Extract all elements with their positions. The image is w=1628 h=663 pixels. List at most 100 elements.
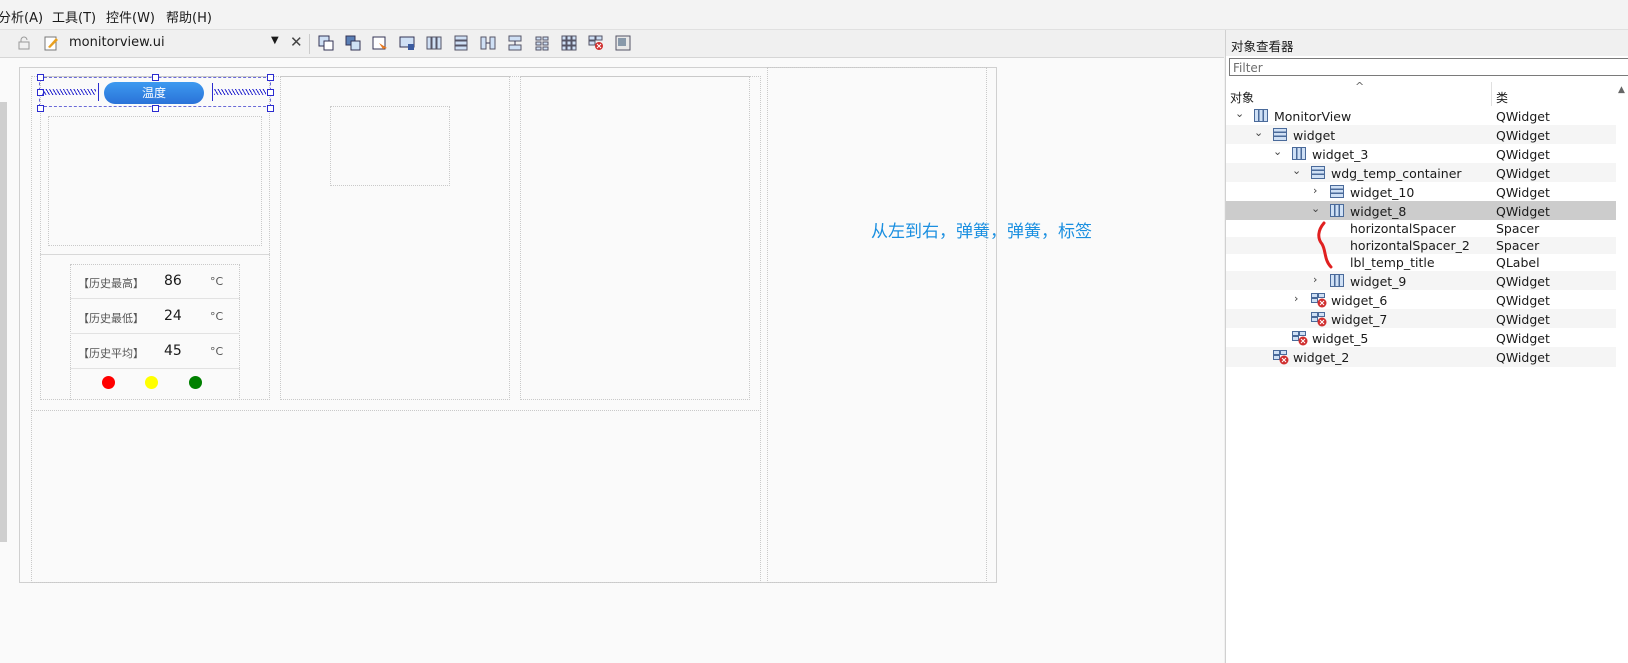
horizontal-spacer[interactable] xyxy=(42,89,96,95)
broken-layout-icon xyxy=(1273,350,1289,365)
stat-label: 【历史最高】 xyxy=(78,277,144,290)
tree-class: QWidget xyxy=(1496,350,1550,365)
layout-h-splitter-icon[interactable] xyxy=(480,35,496,51)
layout-vertical-icon[interactable] xyxy=(453,35,469,51)
widget-2-area[interactable] xyxy=(767,67,987,583)
edit-signals-icon[interactable] xyxy=(345,35,361,51)
file-dropdown-chevron-icon[interactable]: ▼ xyxy=(271,35,279,46)
tree-name: widget xyxy=(1293,128,1336,143)
tree-row[interactable]: horizontalSpacer_2 Spacer xyxy=(1226,237,1616,254)
tree-row[interactable]: ⌄ wdg_temp_container QWidget xyxy=(1226,163,1616,183)
menu-widgets[interactable]: 控件(W) xyxy=(106,7,155,26)
tree-name: widget_10 xyxy=(1350,185,1415,200)
filter-input[interactable]: Filter xyxy=(1229,58,1628,76)
stat-unit: °C xyxy=(210,275,224,288)
tree-row[interactable]: lbl_temp_title QLabel xyxy=(1226,254,1616,271)
tree-row[interactable]: › widget_10 QWidget xyxy=(1226,182,1616,202)
edit-buddies-icon[interactable] xyxy=(372,35,388,51)
tree-row[interactable]: ⌄ MonitorView QWidget xyxy=(1226,106,1616,126)
tree-row[interactable]: widget_2 QWidget xyxy=(1226,347,1616,367)
close-icon[interactable]: ✕ xyxy=(290,33,303,51)
tree-row[interactable]: ⌄ widget_3 QWidget xyxy=(1226,144,1616,164)
widget-7[interactable] xyxy=(520,76,750,400)
resize-handle[interactable] xyxy=(267,89,274,96)
resize-handle[interactable] xyxy=(37,105,44,112)
tree-class: QWidget xyxy=(1496,204,1550,219)
collapse-chevron-icon[interactable]: ⌄ xyxy=(1254,126,1263,139)
collapse-chevron-icon[interactable]: ⌄ xyxy=(1292,164,1301,177)
lock-icon[interactable] xyxy=(16,35,32,51)
layout-horizontal-icon[interactable] xyxy=(426,35,442,51)
layout-form-icon[interactable] xyxy=(534,35,550,51)
horizontal-spacer-2[interactable] xyxy=(214,89,266,95)
tree-name: widget_2 xyxy=(1293,350,1350,365)
sort-caret-icon: ^ xyxy=(1355,80,1365,93)
widget-10[interactable] xyxy=(48,116,262,246)
panel-divider xyxy=(40,254,270,255)
tree-class: QWidget xyxy=(1496,312,1550,327)
tree-name: wdg_temp_container xyxy=(1331,166,1462,181)
column-object[interactable]: 对象 xyxy=(1230,89,1254,106)
broken-layout-icon xyxy=(1292,331,1308,346)
menu-analyze[interactable]: 分析(A) xyxy=(0,7,43,26)
resize-handle[interactable] xyxy=(267,105,274,112)
widget-6-inner[interactable] xyxy=(330,106,450,186)
tree-class: Spacer xyxy=(1496,238,1540,253)
left-scroll-edge[interactable] xyxy=(0,102,7,542)
menu-tools[interactable]: 工具(T) xyxy=(52,7,96,26)
stat-value: 24 xyxy=(164,308,182,324)
collapse-chevron-icon[interactable]: ⌄ xyxy=(1273,145,1282,158)
inspector-column-header: 对象 ^ 类 xyxy=(1226,80,1616,106)
resize-handle[interactable] xyxy=(152,105,159,112)
stat-value: 45 xyxy=(164,343,182,359)
break-layout-icon[interactable] xyxy=(588,35,604,51)
stat-row-avg: 【历史平均】 45 °C xyxy=(70,334,240,368)
indicator-green xyxy=(189,376,202,389)
edit-widgets-icon[interactable] xyxy=(318,35,334,51)
stat-value: 86 xyxy=(164,273,182,289)
expand-chevron-icon[interactable]: › xyxy=(1294,292,1298,305)
stat-unit: °C xyxy=(210,345,224,358)
tree-row[interactable]: ⌄ widget QWidget xyxy=(1226,125,1616,145)
tree-name: widget_9 xyxy=(1350,274,1407,289)
tree-row[interactable]: › widget_6 QWidget xyxy=(1226,290,1616,310)
stat-label: 【历史最低】 xyxy=(78,312,144,325)
tree-class: QWidget xyxy=(1496,274,1550,289)
column-class[interactable]: 类 xyxy=(1496,89,1508,106)
widget-5[interactable] xyxy=(31,410,761,583)
object-inspector: 对象查看器 Filter 对象 ^ 类 ▲ ⌄ MonitorView QWid… xyxy=(1225,30,1628,663)
menu-help[interactable]: 帮助(H) xyxy=(166,7,212,26)
adjust-size-icon[interactable] xyxy=(615,35,631,51)
edit-tab-order-icon[interactable] xyxy=(399,35,415,51)
stat-label: 【历史平均】 xyxy=(78,347,144,360)
broken-layout-icon xyxy=(1311,293,1327,308)
tree-row[interactable]: widget_7 QWidget xyxy=(1226,309,1616,329)
inspector-header: 对象查看器 xyxy=(1226,30,1628,56)
tree-class: QWidget xyxy=(1496,128,1550,143)
resize-handle[interactable] xyxy=(37,74,44,81)
tree-row[interactable]: horizontalSpacer Spacer xyxy=(1226,220,1616,237)
layout-v-splitter-icon[interactable] xyxy=(507,35,523,51)
tree-row[interactable]: › widget_9 QWidget xyxy=(1226,271,1616,291)
row-divider xyxy=(70,368,240,369)
tree-name: MonitorView xyxy=(1274,109,1352,124)
tree-row[interactable]: widget_5 QWidget xyxy=(1226,328,1616,348)
tree-row-selected[interactable]: ⌄ widget_8 QWidget xyxy=(1226,201,1616,221)
resize-handle[interactable] xyxy=(267,74,274,81)
layout-grid-icon[interactable] xyxy=(561,35,577,51)
collapse-chevron-icon[interactable]: ⌄ xyxy=(1235,107,1244,120)
tree-class: QWidget xyxy=(1496,185,1550,200)
lbl-temp-title[interactable]: 温度 xyxy=(104,82,204,104)
resize-handle[interactable] xyxy=(152,74,159,81)
tree-class: QLabel xyxy=(1496,255,1540,270)
expand-chevron-icon[interactable]: › xyxy=(1313,184,1317,197)
form-editor-canvas: 温度 【历史最高】 86 °C 【历史最低】 24 °C 【历史平均】 45 °… xyxy=(0,58,1224,663)
tree-name: widget_8 xyxy=(1350,204,1407,219)
indicator-yellow xyxy=(145,376,158,389)
expand-chevron-icon[interactable]: › xyxy=(1313,273,1317,286)
vbox-layout-icon xyxy=(1311,166,1325,179)
collapse-chevron-icon[interactable]: ⌄ xyxy=(1311,202,1320,215)
red-bracket-annotation-icon xyxy=(1317,221,1333,269)
broken-layout-icon xyxy=(1311,312,1327,327)
scroll-up-icon[interactable]: ▲ xyxy=(1618,85,1625,95)
